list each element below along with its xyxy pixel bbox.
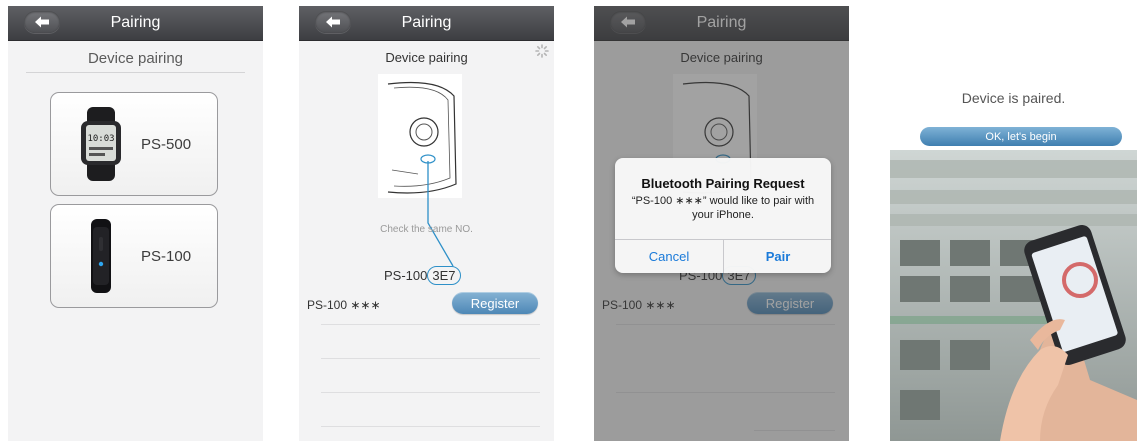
- divider: [26, 72, 245, 73]
- pairing-code: PS-100 3E7: [384, 266, 461, 285]
- fitness-band-icon: [91, 219, 111, 293]
- alert-pair-button[interactable]: Pair: [724, 240, 831, 273]
- nav-title: Pairing: [401, 14, 452, 31]
- list-divider: [321, 324, 540, 325]
- bluetooth-pairing-alert: Bluetooth Pairing Request “PS-100 ∗∗∗” w…: [615, 158, 831, 273]
- list-divider: [321, 358, 540, 359]
- check-instruction: Check the same NO.: [380, 224, 473, 235]
- register-button[interactable]: Register: [452, 292, 538, 314]
- list-divider: [321, 392, 540, 393]
- alert-cancel-button[interactable]: Cancel: [615, 240, 723, 273]
- navigation-bar: Pairing: [8, 6, 263, 41]
- device-card-ps500[interactable]: 10:03 PS-500: [50, 92, 218, 196]
- device-label-ps100: PS-100: [141, 248, 192, 265]
- hands-holding-phone-photo: [890, 150, 1137, 441]
- watch-display-time: 10:03: [87, 134, 114, 144]
- list-divider: [321, 426, 540, 427]
- device-label-ps500: PS-500: [141, 136, 192, 153]
- alert-message: “PS-100 ∗∗∗” would like to pair with you…: [631, 195, 815, 221]
- navigation-bar: Pairing: [299, 6, 554, 41]
- loading-spinner-icon: [535, 44, 549, 58]
- begin-button[interactable]: OK, let's begin: [920, 127, 1122, 146]
- smartwatch-icon: 10:03: [81, 107, 121, 181]
- screen-paired-success: Device is paired. OK, let's begin: [890, 6, 1137, 441]
- screen-device-select: Pairing Device pairing 10:03 PS-500 PS-1…: [8, 6, 263, 441]
- pairing-code-suffix: 3E7: [427, 266, 461, 285]
- alert-title: Bluetooth Pairing Request: [641, 176, 805, 191]
- section-title: Device pairing: [385, 50, 468, 65]
- found-device-name: PS-100 ∗∗∗: [307, 298, 381, 312]
- section-title: Device pairing: [87, 50, 184, 67]
- device-card-ps100[interactable]: PS-100: [50, 204, 218, 308]
- screen-device-register: Pairing Device pairing Check the same NO…: [299, 6, 554, 441]
- pairing-code-prefix: PS-100: [384, 268, 428, 283]
- paired-message: Device is paired.: [961, 90, 1066, 106]
- screen-bluetooth-request: Pairing Device pairing PS-100 3E7 PS-100 …: [594, 6, 849, 441]
- connector-line: [427, 161, 454, 267]
- nav-title: Pairing: [110, 14, 161, 31]
